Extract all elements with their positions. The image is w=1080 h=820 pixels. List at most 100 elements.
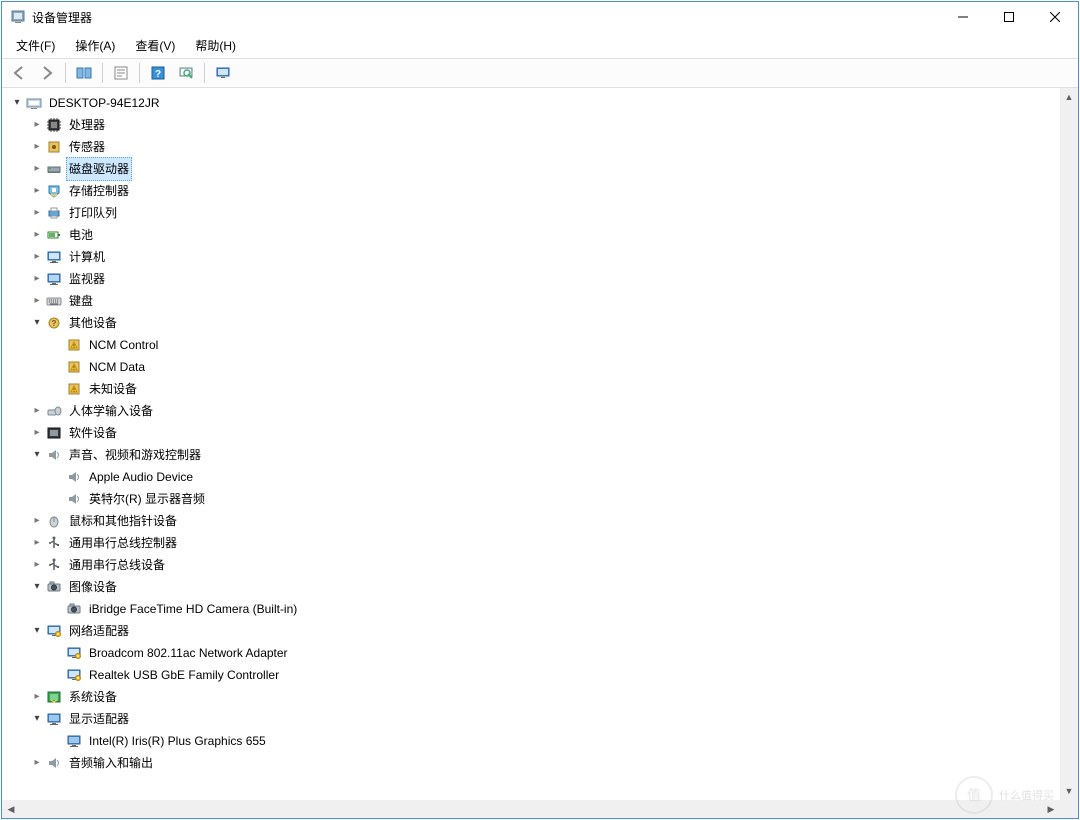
tree-node-label[interactable]: 通用串行总线设备 [66, 553, 168, 577]
expand-arrow[interactable] [30, 290, 44, 312]
tree-node-label[interactable]: 声音、视频和游戏控制器 [66, 443, 204, 467]
expand-arrow[interactable] [30, 444, 44, 466]
minimize-button[interactable] [940, 2, 986, 32]
scroll-down-button[interactable]: ▼ [1060, 782, 1078, 800]
scroll-up-button[interactable]: ▲ [1060, 88, 1078, 106]
tree-node-29[interactable]: 音频输入和输出 [4, 752, 1076, 774]
tree-node-label[interactable]: Intel(R) Iris(R) Plus Graphics 655 [86, 729, 269, 753]
tree-node-1[interactable]: 传感器 [4, 136, 1076, 158]
expand-arrow[interactable] [30, 422, 44, 444]
tree-node-17[interactable]: 英特尔(R) 显示器音频 [4, 488, 1076, 510]
tree-node-label[interactable]: iBridge FaceTime HD Camera (Built-in) [86, 597, 300, 621]
monitor-button[interactable] [210, 60, 236, 86]
tree-node-label[interactable]: 网络适配器 [66, 619, 132, 643]
forward-button[interactable] [34, 60, 60, 86]
expand-arrow[interactable] [30, 708, 44, 730]
maximize-button[interactable] [986, 2, 1032, 32]
vertical-scrollbar[interactable]: ▲ ▼ [1060, 88, 1078, 800]
expand-arrow[interactable] [30, 576, 44, 598]
tree-node-22[interactable]: iBridge FaceTime HD Camera (Built-in) [4, 598, 1076, 620]
tree-node-label[interactable]: 通用串行总线控制器 [66, 531, 180, 555]
horizontal-scrollbar[interactable]: ◀ ▶ [2, 800, 1060, 818]
help-button[interactable] [145, 60, 171, 86]
expand-arrow[interactable] [30, 268, 44, 290]
tree-node-label[interactable]: 英特尔(R) 显示器音频 [86, 487, 208, 511]
expand-arrow[interactable] [30, 246, 44, 268]
menu-file[interactable]: 文件(F) [6, 33, 65, 58]
tree-node-label[interactable]: NCM Data [86, 355, 148, 379]
tree-node-19[interactable]: 通用串行总线控制器 [4, 532, 1076, 554]
expand-arrow[interactable] [30, 312, 44, 334]
scroll-left-button[interactable]: ◀ [2, 800, 20, 818]
properties-button[interactable] [108, 60, 134, 86]
tree-node-label[interactable]: 显示适配器 [66, 707, 132, 731]
back-button[interactable] [6, 60, 32, 86]
tree-node-label[interactable]: 鼠标和其他指针设备 [66, 509, 180, 533]
tree-node-11[interactable]: NCM Data [4, 356, 1076, 378]
tree-node-label[interactable]: 打印队列 [66, 201, 120, 225]
tree-node-15[interactable]: 声音、视频和游戏控制器 [4, 444, 1076, 466]
tree-node-label[interactable]: NCM Control [86, 333, 161, 357]
tree-node-label[interactable]: 存储控制器 [66, 179, 132, 203]
expand-arrow[interactable] [30, 136, 44, 158]
show-hide-tree-button[interactable] [71, 60, 97, 86]
expand-arrow[interactable] [30, 532, 44, 554]
tree-node-label[interactable]: 电池 [66, 223, 96, 247]
expand-arrow[interactable] [30, 752, 44, 774]
tree-node-7[interactable]: 监视器 [4, 268, 1076, 290]
tree-node-label[interactable]: 图像设备 [66, 575, 120, 599]
tree-node-label[interactable]: 磁盘驱动器 [66, 157, 132, 181]
tree-node-25[interactable]: Realtek USB GbE Family Controller [4, 664, 1076, 686]
expand-arrow[interactable] [30, 510, 44, 532]
menu-view[interactable]: 查看(V) [125, 33, 185, 58]
expand-arrow[interactable] [30, 114, 44, 136]
expand-arrow[interactable] [30, 202, 44, 224]
tree-node-2[interactable]: 磁盘驱动器 [4, 158, 1076, 180]
tree-node-18[interactable]: 鼠标和其他指针设备 [4, 510, 1076, 532]
device-tree[interactable]: DESKTOP-94E12JR处理器传感器磁盘驱动器存储控制器打印队列电池计算机… [2, 88, 1078, 818]
expand-arrow[interactable] [30, 158, 44, 180]
tree-node-16[interactable]: Apple Audio Device [4, 466, 1076, 488]
expand-arrow[interactable] [30, 686, 44, 708]
tree-node-12[interactable]: 未知设备 [4, 378, 1076, 400]
tree-node-label[interactable]: 未知设备 [86, 377, 140, 401]
tree-node-label[interactable]: 音频输入和输出 [66, 751, 156, 775]
tree-node-label[interactable]: Apple Audio Device [86, 465, 196, 489]
tree-node-label[interactable]: 软件设备 [66, 421, 120, 445]
tree-node-9[interactable]: 其他设备 [4, 312, 1076, 334]
tree-node-23[interactable]: 网络适配器 [4, 620, 1076, 642]
expand-arrow[interactable] [30, 224, 44, 246]
scroll-track[interactable] [20, 800, 1042, 818]
tree-node-8[interactable]: 键盘 [4, 290, 1076, 312]
menu-action[interactable]: 操作(A) [65, 33, 125, 58]
tree-node-27[interactable]: 显示适配器 [4, 708, 1076, 730]
tree-node-3[interactable]: 存储控制器 [4, 180, 1076, 202]
tree-node-28[interactable]: Intel(R) Iris(R) Plus Graphics 655 [4, 730, 1076, 752]
expand-arrow[interactable] [30, 620, 44, 642]
expand-arrow[interactable] [30, 400, 44, 422]
tree-node-label[interactable]: 处理器 [66, 113, 108, 137]
tree-node-label[interactable]: 键盘 [66, 289, 96, 313]
tree-node-label[interactable]: 人体学输入设备 [66, 399, 156, 423]
tree-node-label[interactable]: 计算机 [66, 245, 108, 269]
expand-arrow[interactable] [10, 92, 24, 114]
tree-node-26[interactable]: 系统设备 [4, 686, 1076, 708]
tree-root[interactable]: DESKTOP-94E12JR [4, 92, 1076, 114]
tree-node-13[interactable]: 人体学输入设备 [4, 400, 1076, 422]
tree-node-label[interactable]: 其他设备 [66, 311, 120, 335]
tree-node-21[interactable]: 图像设备 [4, 576, 1076, 598]
tree-node-5[interactable]: 电池 [4, 224, 1076, 246]
scan-hardware-button[interactable] [173, 60, 199, 86]
tree-node-label[interactable]: Realtek USB GbE Family Controller [86, 663, 282, 687]
tree-node-label[interactable]: 监视器 [66, 267, 108, 291]
tree-node-label[interactable]: 传感器 [66, 135, 108, 159]
tree-node-24[interactable]: Broadcom 802.11ac Network Adapter [4, 642, 1076, 664]
tree-node-label[interactable]: DESKTOP-94E12JR [46, 91, 163, 115]
expand-arrow[interactable] [30, 180, 44, 202]
tree-node-0[interactable]: 处理器 [4, 114, 1076, 136]
tree-node-6[interactable]: 计算机 [4, 246, 1076, 268]
tree-node-label[interactable]: Broadcom 802.11ac Network Adapter [86, 641, 291, 665]
tree-node-20[interactable]: 通用串行总线设备 [4, 554, 1076, 576]
menu-help[interactable]: 帮助(H) [185, 33, 246, 58]
close-button[interactable] [1032, 2, 1078, 32]
